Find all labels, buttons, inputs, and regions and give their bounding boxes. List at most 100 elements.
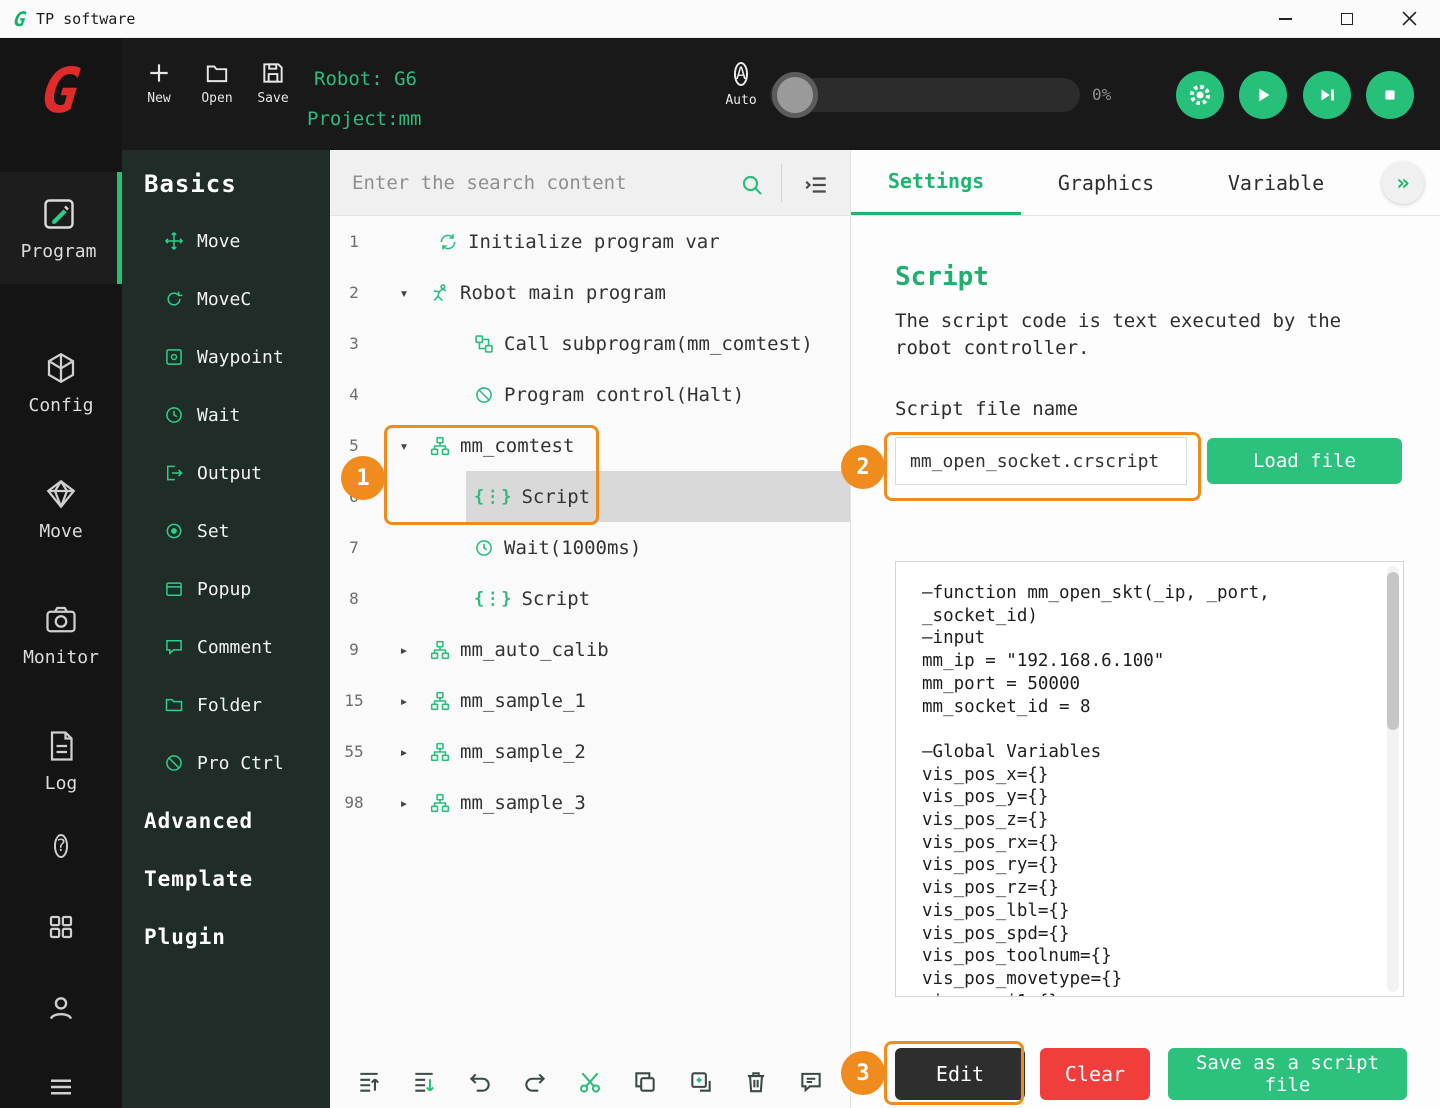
- step-forward-icon: [1316, 84, 1338, 106]
- row-number: 3: [349, 334, 359, 353]
- tree-row-script2[interactable]: 8 {⋮} Script: [330, 573, 850, 624]
- close-button[interactable]: [1378, 0, 1440, 37]
- new-label: New: [147, 91, 171, 106]
- chevron-right-icon[interactable]: ▸: [396, 794, 412, 812]
- palette-label: Move: [197, 230, 241, 252]
- delete-icon[interactable]: [743, 1069, 769, 1095]
- row-number: 2: [349, 283, 359, 302]
- chevron-down-icon[interactable]: ▾: [396, 437, 412, 455]
- paste-add-icon[interactable]: [688, 1069, 714, 1095]
- palette-section-template[interactable]: Template: [122, 850, 330, 908]
- search-input[interactable]: [330, 171, 723, 194]
- insert-above-icon[interactable]: [356, 1069, 382, 1095]
- palette-item-folder[interactable]: Folder: [122, 676, 330, 734]
- script-code-viewer[interactable]: —function mm_open_skt(_ip, _port, _socke…: [895, 561, 1404, 997]
- tree-row-mm-auto-calib[interactable]: 9 ▸ mm_auto_calib: [330, 624, 850, 675]
- chevron-right-icon[interactable]: ▸: [396, 743, 412, 761]
- settings-tab-content: Script The script code is text executed …: [851, 216, 1440, 1108]
- run-button[interactable]: [1239, 71, 1287, 119]
- nav-item-log[interactable]: Log: [0, 728, 122, 794]
- palette-label: Output: [197, 462, 263, 484]
- sitemap-icon: [430, 436, 450, 456]
- palette-section-advanced[interactable]: Advanced: [122, 792, 330, 850]
- program-tree: 1 Initialize program var 2 ▾ Robot main …: [330, 216, 850, 828]
- new-button[interactable]: New: [136, 60, 182, 106]
- tree-row-mm-sample-2[interactable]: 55 ▸ mm_sample_2: [330, 726, 850, 777]
- search-icon[interactable]: [723, 169, 781, 197]
- save-button[interactable]: Save: [250, 60, 296, 106]
- tree-row-main-program[interactable]: 2 ▾ Robot main program: [330, 267, 850, 318]
- program-list-icon[interactable]: [782, 168, 850, 198]
- auto-mode-icon: A: [733, 62, 749, 86]
- stop-button[interactable]: [1366, 71, 1414, 119]
- tree-row-script-selected[interactable]: 6 {⋮} Script: [330, 471, 850, 522]
- tree-row-mm-comtest[interactable]: 5 ▾ mm_comtest: [330, 420, 850, 471]
- tree-row-initialize[interactable]: 1 Initialize program var: [330, 216, 850, 267]
- edit-button[interactable]: Edit: [895, 1048, 1025, 1100]
- tree-node-label: mm_sample_2: [460, 740, 586, 763]
- user-button[interactable]: [0, 992, 122, 1024]
- palette-item-waypoint[interactable]: Waypoint: [122, 328, 330, 386]
- palette-item-movec[interactable]: MoveC: [122, 270, 330, 328]
- chevron-right-icon[interactable]: ▸: [396, 641, 412, 659]
- cut-icon[interactable]: [577, 1069, 603, 1095]
- tree-row-mm-sample-1[interactable]: 15 ▸ mm_sample_1: [330, 675, 850, 726]
- script-code-text: —function mm_open_skt(_ip, _port, _socke…: [922, 583, 1270, 996]
- nav-item-program[interactable]: Program: [0, 172, 122, 284]
- tree-row-wait[interactable]: 7 Wait(1000ms): [330, 522, 850, 573]
- palette-label: Comment: [197, 636, 273, 658]
- code-scrollbar-thumb[interactable]: [1387, 572, 1399, 730]
- script-file-name-input[interactable]: [895, 437, 1187, 485]
- palette-item-move[interactable]: Move: [122, 212, 330, 270]
- clock-icon: [164, 405, 184, 425]
- settings-button[interactable]: [1176, 71, 1224, 119]
- maximize-button[interactable]: [1316, 0, 1378, 37]
- prohibit-icon: [164, 753, 184, 773]
- redo-icon[interactable]: [522, 1069, 548, 1095]
- menu-button[interactable]: [0, 1072, 122, 1102]
- palette-item-pro-ctrl[interactable]: Pro Ctrl: [122, 734, 330, 792]
- comment-icon[interactable]: [798, 1069, 824, 1095]
- copy-icon[interactable]: [632, 1069, 658, 1095]
- play-icon: [1252, 84, 1274, 106]
- speed-slider-knob[interactable]: [772, 72, 818, 118]
- tab-settings[interactable]: Settings: [851, 150, 1021, 215]
- chevron-right-icon[interactable]: ▸: [396, 692, 412, 710]
- tree-row-program-control[interactable]: 4 Program control(Halt): [330, 369, 850, 420]
- apps-button[interactable]: [0, 912, 122, 942]
- palette-item-set[interactable]: Set: [122, 502, 330, 560]
- nav-item-config[interactable]: Config: [0, 350, 122, 416]
- tab-graphics[interactable]: Graphics: [1021, 150, 1191, 215]
- nav-item-move[interactable]: Move: [0, 476, 122, 542]
- palette-item-wait[interactable]: Wait: [122, 386, 330, 444]
- palette-section-plugin[interactable]: Plugin: [122, 908, 330, 966]
- open-button[interactable]: Open: [194, 60, 240, 106]
- code-scrollbar[interactable]: [1387, 566, 1399, 992]
- step-button[interactable]: [1303, 71, 1351, 119]
- insert-below-icon[interactable]: [411, 1069, 437, 1095]
- tab-variable[interactable]: Variable: [1191, 150, 1361, 215]
- palette-item-comment[interactable]: Comment: [122, 618, 330, 676]
- palette-item-popup[interactable]: Popup: [122, 560, 330, 618]
- help-icon: ?: [53, 834, 69, 858]
- speed-slider[interactable]: [770, 72, 1080, 118]
- palette-label: Waypoint: [197, 346, 284, 368]
- sitemap-icon: [430, 691, 450, 711]
- tp-software-window: G TP software New Open Save Robot: G6 Pr…: [0, 0, 1440, 1108]
- tree-node-label: Call subprogram(mm_comtest): [504, 332, 813, 355]
- undo-icon[interactable]: [467, 1069, 493, 1095]
- save-label: Save: [257, 91, 289, 106]
- minimize-button[interactable]: [1254, 0, 1316, 37]
- palette-item-output[interactable]: Output: [122, 444, 330, 502]
- clear-button[interactable]: Clear: [1040, 1048, 1150, 1100]
- nav-item-monitor[interactable]: Monitor: [0, 602, 122, 668]
- auto-mode-button[interactable]: A Auto: [720, 60, 762, 108]
- help-button[interactable]: ?: [0, 833, 122, 859]
- tree-row-mm-sample-3[interactable]: 98 ▸ mm_sample_3: [330, 777, 850, 828]
- save-as-script-file-button[interactable]: Save as a script file: [1168, 1048, 1407, 1100]
- load-file-button[interactable]: Load file: [1206, 438, 1402, 484]
- chevron-down-icon[interactable]: ▾: [396, 284, 412, 302]
- window-controls: [1254, 0, 1440, 37]
- more-tabs-button[interactable]: »: [1382, 162, 1424, 204]
- tree-row-call-subprogram[interactable]: 3 Call subprogram(mm_comtest): [330, 318, 850, 369]
